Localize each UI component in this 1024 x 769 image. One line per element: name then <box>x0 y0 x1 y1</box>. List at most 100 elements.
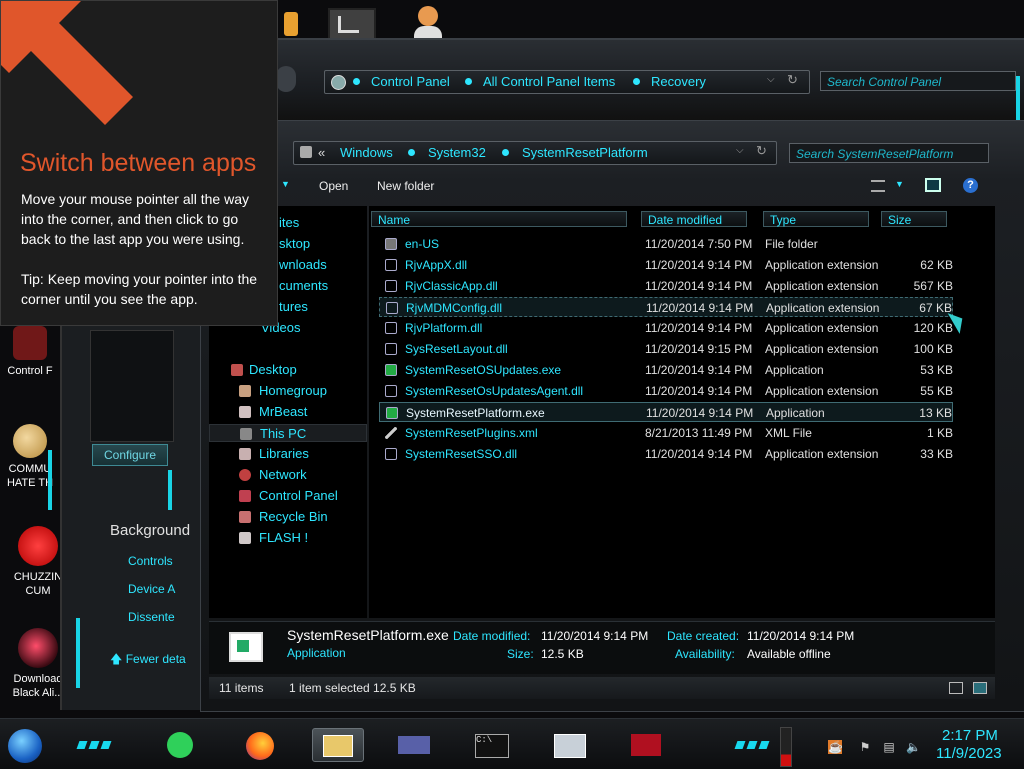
nav-tree-user[interactable]: MrBeast <box>209 403 367 421</box>
breadcrumb-separator <box>502 149 509 156</box>
top-desktop-icon-1[interactable] <box>284 12 298 36</box>
explorer-window[interactable]: « Windows System32 SystemResetPlatform ⌵… <box>200 120 1024 712</box>
file-row-hover[interactable]: RjvMDMConfig.dll 11/20/2014 9:14 PM Applic… <box>379 297 953 317</box>
dll-file-icon <box>386 302 398 314</box>
breadcrumb-all-items[interactable]: All Control Panel Items <box>483 74 615 89</box>
action-center-flag-icon[interactable]: ⚑ <box>858 740 872 754</box>
tip-body: Move your mouse pointer all the way into… <box>21 191 249 247</box>
volume-icon[interactable]: 🔈 <box>906 740 921 754</box>
chevron-down-icon[interactable]: ⌵ <box>767 74 775 85</box>
overflow-chevrons[interactable]: « <box>318 145 325 160</box>
java-icon[interactable]: ☕ <box>828 740 843 754</box>
taskbar-resource-monitor[interactable] <box>548 728 592 760</box>
taskbar-firefox[interactable] <box>238 728 282 760</box>
breadcrumb-windows[interactable]: Windows <box>340 145 393 160</box>
dissente-link[interactable]: Dissente <box>128 610 175 624</box>
device-link[interactable]: Device A <box>128 582 175 596</box>
exe-file-icon <box>385 364 397 376</box>
taskbar-recovery-app[interactable] <box>624 728 668 760</box>
file-row[interactable]: RjvClassicApp.dll 11/20/2014 9:14 PM Appli… <box>379 276 953 296</box>
file-row[interactable]: RjvAppX.dll 11/20/2014 9:14 PM Application… <box>379 255 953 275</box>
nav-tree-network[interactable]: Network <box>209 466 367 484</box>
details-date-modified-label: Date modified: <box>453 629 531 643</box>
arrow-up-icon: 🡅 <box>110 652 123 666</box>
column-header-date[interactable]: Date modified <box>641 211 747 227</box>
nav-tree-libraries[interactable]: Libraries <box>209 445 367 463</box>
desktop-icon <box>231 364 243 376</box>
file-row-selected[interactable]: SystemResetPlatform.exe 11/20/2014 9:14 P… <box>379 402 953 422</box>
dll-file-icon <box>385 385 397 397</box>
explorer-search-input[interactable]: Search SystemResetPlatform <box>789 143 989 163</box>
breadcrumb-recovery[interactable]: Recovery <box>651 74 706 89</box>
arrow-up-left-icon <box>1 1 133 125</box>
control-panel-icon <box>13 326 47 360</box>
back-button[interactable] <box>276 66 296 92</box>
taskbar-notes-app[interactable] <box>158 728 202 760</box>
nav-tree-this-pc[interactable]: This PC <box>209 424 367 442</box>
file-row[interactable]: SystemResetPlugins.xml 8/21/2013 11:49 PM… <box>379 423 953 443</box>
alien-orb-icon <box>18 628 58 668</box>
column-header-size[interactable]: Size <box>881 211 947 227</box>
nav-tree-recycle-bin[interactable]: Recycle Bin <box>209 508 367 526</box>
controls-link[interactable]: Controls <box>128 554 173 568</box>
new-folder-button[interactable]: New folder <box>377 179 434 193</box>
refresh-icon[interactable]: ↻ <box>756 143 767 159</box>
side-decoration <box>168 470 172 510</box>
nav-tree-control-panel[interactable]: Control Panel <box>209 487 367 505</box>
view-chevron-icon[interactable]: ▼ <box>895 179 904 189</box>
configure-button[interactable]: Configure <box>92 444 168 466</box>
file-row[interactable]: SystemResetOSUpdates.exe 11/20/2014 9:14 … <box>379 360 953 380</box>
libraries-icon <box>239 448 251 460</box>
taskbar-command-prompt[interactable]: C:\ <box>470 728 514 760</box>
preview-pane-icon[interactable] <box>925 178 941 192</box>
chevron-down-icon[interactable]: ⌵ <box>736 145 744 156</box>
help-icon[interactable]: ? <box>963 178 978 193</box>
control-panel-icon <box>239 490 251 502</box>
start-button[interactable] <box>8 729 42 763</box>
breadcrumb-systemresetplatform[interactable]: SystemResetPlatform <box>522 145 648 160</box>
status-bar: 11 items 1 item selected 12.5 KB <box>209 677 995 699</box>
details-pane: SystemResetPlatform.exe Application Date… <box>209 621 995 674</box>
breadcrumb-system32[interactable]: System32 <box>428 145 486 160</box>
control-panel-window[interactable]: Control Panel All Control Panel Items Re… <box>270 38 1024 120</box>
control-panel-address-bar[interactable]: Control Panel All Control Panel Items Re… <box>324 70 810 94</box>
taskbar-file-explorer[interactable] <box>312 728 364 762</box>
details-view-icon[interactable] <box>949 682 963 694</box>
file-row[interactable]: SystemResetOsUpdatesAgent.dll 11/20/2014 … <box>379 381 953 401</box>
background-heading: Background <box>110 522 191 539</box>
desktop-icon-commu[interactable]: COMMU HATE TH <box>0 424 62 490</box>
folder-icon <box>385 238 397 250</box>
fewer-details-link[interactable]: 🡅 Fewer deta <box>110 650 186 671</box>
dark-preview-box <box>90 330 174 442</box>
file-row[interactable]: en-US 11/20/2014 7:50 PM File folder <box>379 234 953 254</box>
top-desktop-icon-2[interactable] <box>328 8 376 42</box>
taskbar-control-panel[interactable] <box>392 728 436 760</box>
refresh-icon[interactable]: ↻ <box>787 72 798 88</box>
folder-icon <box>300 146 312 158</box>
breadcrumb-control-panel[interactable]: Control Panel <box>371 74 450 89</box>
nav-tree-homegroup[interactable]: Homegroup <box>209 382 367 400</box>
explorer-address-bar[interactable]: « Windows System32 SystemResetPlatform ⌵… <box>293 141 777 165</box>
open-button[interactable]: Open <box>319 179 348 193</box>
column-header-name[interactable]: Name <box>371 211 627 227</box>
view-options-icon[interactable] <box>871 180 885 192</box>
exe-file-large-icon <box>229 632 263 662</box>
clock-date[interactable]: 11/9/2023 <box>936 745 1002 762</box>
large-icons-view-icon[interactable] <box>973 682 987 694</box>
file-row[interactable]: RjvPlatform.dll 11/20/2014 9:14 PM Applica… <box>379 318 953 338</box>
file-row[interactable]: SysResetLayout.dll 11/20/2014 9:15 PM Appl… <box>379 339 953 359</box>
desktop-icon-control[interactable]: Control F <box>0 326 62 378</box>
nav-tree-desktop[interactable]: Desktop <box>209 361 367 379</box>
organize-chevron-icon[interactable]: ▼ <box>281 179 290 189</box>
nav-tree-flash[interactable]: FLASH ! <box>209 529 367 547</box>
computer-icon <box>240 428 252 440</box>
top-desktop-icon-3[interactable] <box>414 6 442 38</box>
file-row[interactable]: SystemResetSSO.dll 11/20/2014 9:14 PM Appl… <box>379 444 953 464</box>
clock-time[interactable]: 2:17 PM <box>942 727 998 744</box>
desktop-icon-label: COMMU <box>8 463 52 475</box>
network-icon[interactable]: ▤ <box>882 740 896 754</box>
control-panel-side-panel: Configure Background Controls Device A D… <box>60 326 202 710</box>
show-desktop-meter[interactable] <box>780 727 792 767</box>
column-header-type[interactable]: Type <box>763 211 869 227</box>
control-panel-search-input[interactable]: Search Control Panel <box>820 71 1016 91</box>
